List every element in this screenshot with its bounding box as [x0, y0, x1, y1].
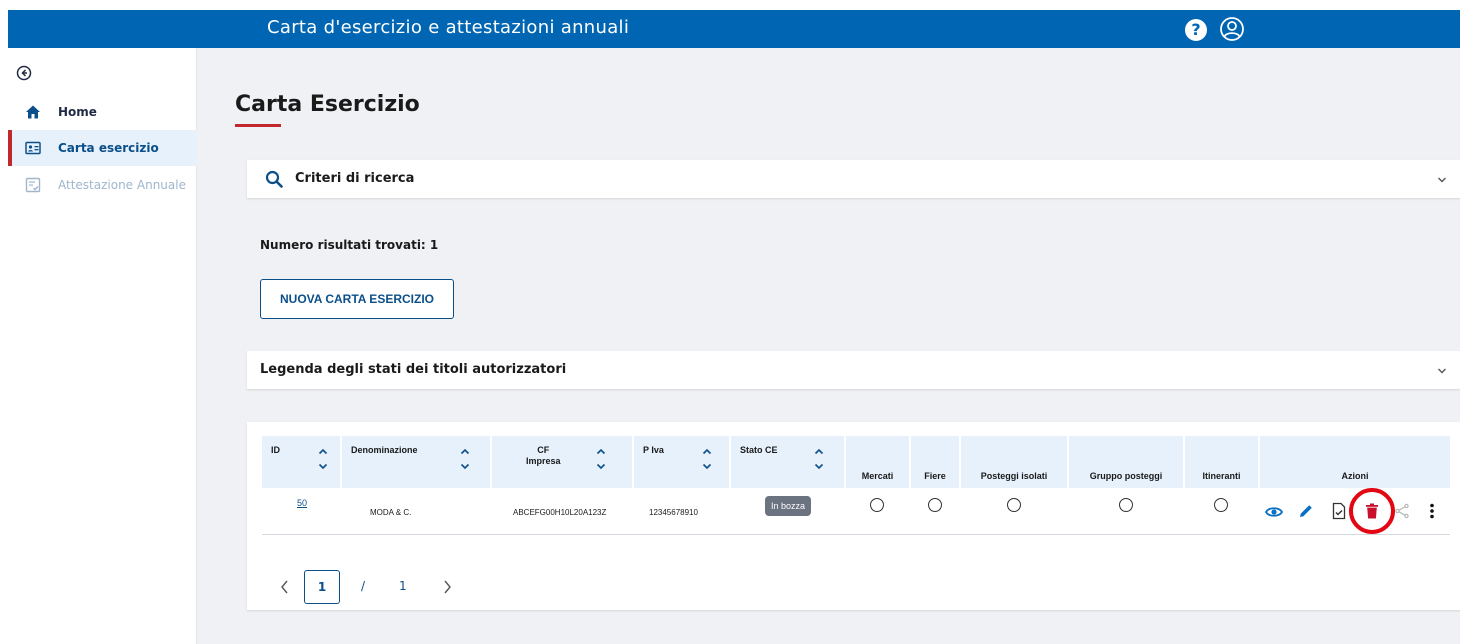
itineranti-radio[interactable]: [1214, 498, 1228, 512]
sort-toggle-icon[interactable]: [318, 447, 328, 471]
document-check-icon[interactable]: [1330, 502, 1348, 520]
column-header-piva: P Iva: [634, 436, 729, 488]
search-criteria-panel[interactable]: Criteri di ricerca: [247, 160, 1460, 198]
more-vertical-icon[interactable]: [1423, 502, 1441, 520]
search-icon: [265, 170, 283, 188]
total-pages: 1: [399, 579, 407, 593]
delete-highlight-ring: [1349, 488, 1395, 534]
column-header-azioni: Azioni: [1260, 436, 1450, 488]
new-carta-esercizio-button[interactable]: NUOVA CARTA ESERCIZIO: [260, 279, 454, 319]
page-title: Carta Esercizio: [235, 92, 420, 117]
row-cf-impresa: ABCEFG00H10L20A123Z: [513, 508, 607, 517]
id-card-icon: [25, 141, 41, 155]
top-bar: Carta d'esercizio e attestazioni annuali…: [8, 10, 1460, 48]
gruppo-posteggi-radio[interactable]: [1119, 498, 1133, 512]
row-id-link[interactable]: 50: [297, 498, 307, 508]
user-icon[interactable]: [1220, 17, 1244, 41]
help-icon[interactable]: ?: [1185, 19, 1207, 41]
search-criteria-label: Criteri di ricerca: [295, 171, 415, 186]
column-header-cf-impresa: CF Impresa: [492, 436, 632, 488]
current-page-input[interactable]: 1: [304, 570, 340, 604]
arrow-left-circle-icon[interactable]: [16, 65, 32, 81]
column-header-mercati: Mercati: [846, 436, 909, 488]
legend-panel-label: Legenda degli stati dei titoli autorizza…: [260, 362, 567, 377]
sort-toggle-icon[interactable]: [702, 447, 712, 471]
sidebar-item-label: Attestazione Annuale: [58, 178, 186, 192]
home-icon: [26, 105, 40, 119]
table-row: 50 MODA & C. ABCEFG00H10L20A123Z 1234567…: [262, 488, 1450, 535]
pencil-icon[interactable]: [1297, 502, 1315, 520]
row-piva: 12345678910: [649, 508, 698, 517]
column-header-id: ID: [262, 436, 340, 488]
column-header-posteggi-isolati: Posteggi isolati: [961, 436, 1067, 488]
column-header-itineranti: Itineranti: [1185, 436, 1258, 488]
column-header-stato-ce: Stato CE: [731, 436, 844, 488]
checklist-icon: [25, 177, 41, 193]
legend-panel[interactable]: Legenda degli stati dei titoli autorizza…: [247, 351, 1460, 389]
chevron-down-icon[interactable]: [1437, 367, 1447, 375]
column-header-fiere: Fiere: [911, 436, 959, 488]
app-frame: Carta d'esercizio e attestazioni annuali…: [8, 10, 1460, 644]
posteggi-isolati-radio[interactable]: [1007, 498, 1021, 512]
sort-toggle-icon[interactable]: [814, 447, 824, 471]
page-separator: /: [361, 579, 366, 593]
sidebar-item-attestazione-annuale[interactable]: Attestazione Annuale: [8, 167, 197, 203]
sidebar-item-home[interactable]: Home: [8, 94, 197, 130]
app-title: Carta d'esercizio e attestazioni annuali: [267, 17, 630, 38]
sidebar: Home Carta esercizio Attestazione Annual…: [8, 48, 197, 644]
status-badge: In bozza: [765, 496, 812, 516]
sidebar-item-label: Home: [58, 105, 97, 119]
column-header-gruppo-posteggi: Gruppo posteggi: [1069, 436, 1183, 488]
chevron-down-icon[interactable]: [1437, 176, 1447, 184]
title-underline: [235, 124, 281, 127]
mercati-radio[interactable]: [870, 498, 884, 512]
column-header-denominazione: Denominazione: [342, 436, 490, 488]
sidebar-item-label: Carta esercizio: [58, 141, 159, 155]
sidebar-item-carta-esercizio[interactable]: Carta esercizio: [8, 130, 197, 166]
share-icon[interactable]: [1393, 502, 1411, 520]
chevron-left-icon[interactable]: [275, 570, 295, 604]
sort-toggle-icon[interactable]: [596, 447, 606, 471]
fiere-radio[interactable]: [928, 498, 942, 512]
results-table-card: ID Denominazione CF Impresa P Iva Stato C…: [247, 422, 1460, 610]
results-count: Numero risultati trovati: 1: [260, 238, 439, 252]
chevron-right-icon[interactable]: [437, 570, 457, 604]
eye-icon[interactable]: [1265, 503, 1283, 521]
row-denominazione: MODA & C.: [370, 508, 412, 517]
sort-toggle-icon[interactable]: [460, 447, 470, 471]
